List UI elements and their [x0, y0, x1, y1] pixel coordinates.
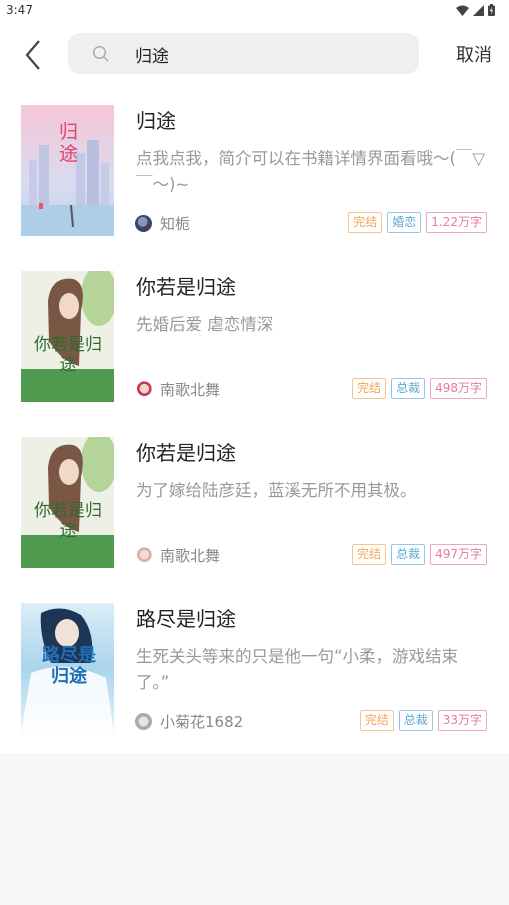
author-name: 南歌北舞	[160, 381, 221, 399]
book-cover: 你若是归途	[21, 271, 114, 402]
cover-title-text: 路尽是归途	[42, 645, 96, 687]
author-name: 南歌北舞	[160, 547, 221, 565]
book-tags: 完结 总裁 498万字	[352, 378, 487, 399]
book-item[interactable]: 你若是归途 你若是归途 先婚后爱 虐恋情深 南歌北舞 完结 总裁 498万字	[0, 254, 509, 420]
author-avatar	[135, 547, 152, 564]
author-row: 南歌北舞	[135, 379, 220, 400]
author-avatar	[135, 713, 152, 730]
book-description: 点我点我，简介可以在书籍详情界面看哦～(￣▽￣～)~	[136, 149, 486, 194]
cover-title-text: 你若是归途	[34, 501, 102, 541]
book-cover: 归途	[21, 105, 114, 236]
status-tag: 完结	[352, 378, 387, 399]
book-title: 你若是归途	[136, 441, 236, 465]
cover-title-text: 归途	[59, 121, 79, 165]
back-arrow-icon	[25, 40, 40, 70]
author-row: 小菊花1682	[135, 711, 243, 732]
genre-tag: 总裁	[391, 544, 426, 565]
cover-title-text: 你若是归途	[34, 335, 102, 375]
book-tags: 完结 总裁 33万字	[359, 710, 487, 731]
status-bar: 3:47	[0, 0, 509, 22]
signal-icon	[473, 4, 484, 16]
book-description: 先婚后爱 虐恋情深	[136, 315, 274, 334]
author-avatar	[135, 381, 152, 398]
book-title: 归途	[136, 109, 176, 133]
book-item[interactable]: 你若是归途 你若是归途 为了嫁给陆彦廷，蓝溪无所不用其极。 南歌北舞 完结 总裁…	[0, 420, 509, 586]
author-avatar	[135, 215, 152, 232]
search-input[interactable]	[135, 41, 405, 67]
search-header: 取消	[0, 22, 509, 88]
search-results-list: 归途 归途 点我点我，简介可以在书籍详情界面看哦～(￣▽￣～)~ 知栀 完结 婚…	[0, 88, 509, 753]
genre-tag: 总裁	[398, 710, 433, 731]
author-name: 小菊花1682	[160, 713, 244, 731]
status-icons	[456, 4, 495, 16]
book-description: 生死关头等来的只是他一句“小柔，游戏结束了。”	[136, 647, 459, 692]
wifi-icon	[456, 5, 469, 16]
genre-tag: 总裁	[391, 378, 426, 399]
book-item[interactable]: 路尽是归途 路尽是归途 生死关头等来的只是他一句“小柔，游戏结束了。” 小菊花1…	[0, 586, 509, 752]
book-item[interactable]: 归途 归途 点我点我，简介可以在书籍详情界面看哦～(￣▽￣～)~ 知栀 完结 婚…	[0, 88, 509, 254]
word-count-tag: 1.22万字	[426, 212, 487, 233]
word-count-tag: 498万字	[430, 378, 487, 399]
back-button[interactable]	[18, 38, 48, 72]
search-icon	[92, 45, 109, 62]
cancel-button[interactable]: 取消	[456, 41, 492, 67]
search-bar[interactable]	[68, 33, 419, 74]
word-count-tag: 33万字	[437, 710, 487, 731]
status-tag: 完结	[348, 212, 383, 233]
book-cover: 路尽是归途	[21, 603, 114, 734]
status-tag: 完结	[352, 544, 387, 565]
book-tags: 完结 总裁 497万字	[352, 544, 487, 565]
author-name: 知栀	[160, 215, 191, 233]
status-time: 3:47	[6, 3, 33, 17]
book-title: 你若是归途	[136, 275, 236, 299]
genre-tag: 婚恋	[387, 212, 422, 233]
book-description: 为了嫁给陆彦廷，蓝溪无所不用其极。	[136, 481, 417, 500]
status-tag: 完结	[359, 710, 394, 731]
author-row: 知栀	[135, 213, 190, 234]
book-cover: 你若是归途	[21, 437, 114, 568]
author-row: 南歌北舞	[135, 545, 220, 566]
book-tags: 完结 婚恋 1.22万字	[348, 212, 487, 233]
book-title: 路尽是归途	[136, 607, 236, 631]
word-count-tag: 497万字	[430, 544, 487, 565]
battery-icon	[488, 4, 495, 16]
